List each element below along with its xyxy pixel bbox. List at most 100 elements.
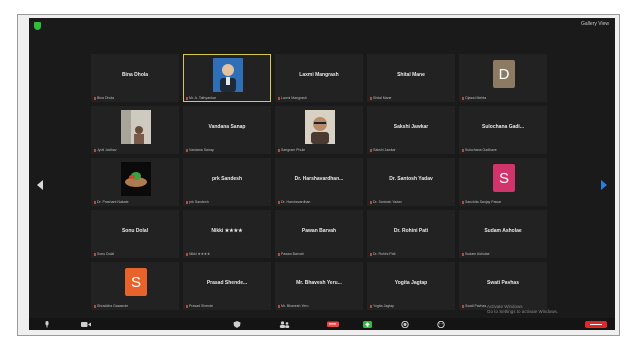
muted-microphone-icon bbox=[462, 200, 464, 204]
participant-tile[interactable]: Jyoti Jadhav bbox=[91, 106, 179, 154]
participant-tile[interactable]: Dr. Prashant Nakate bbox=[91, 158, 179, 206]
participant-display-name: Prasad Shende... bbox=[206, 280, 248, 286]
participant-tile[interactable]: prk Sandesh prk Sandesh bbox=[183, 158, 271, 206]
microphone-icon[interactable] bbox=[43, 321, 51, 328]
participant-footer-name: Dr. Santosh Yadav bbox=[373, 200, 402, 204]
shield-icon[interactable] bbox=[34, 22, 41, 30]
participant-name-label: Prasad Shende bbox=[186, 304, 213, 308]
participant-video-thumbnail bbox=[121, 110, 151, 144]
participant-video-thumbnail bbox=[121, 162, 151, 196]
participant-display-name: Sudam Asholae bbox=[484, 228, 522, 234]
participant-tile[interactable]: Sulochana Gadi... Sulochana Gadhave bbox=[459, 106, 547, 154]
participant-footer-name: Jyoti Jadhav bbox=[97, 148, 117, 152]
participant-footer-name: Dr. Rohini Pati bbox=[373, 252, 396, 256]
participant-tile[interactable]: Sakshi Jawkar Sakshi Jawkar bbox=[367, 106, 455, 154]
participant-name-label: Mr. Bhavesh Yeru bbox=[278, 304, 308, 308]
participant-tile[interactable]: Dr. Harshavardhan... Dr. Harshavardhan bbox=[275, 158, 363, 206]
participant-tile[interactable]: Sangram Phule bbox=[275, 106, 363, 154]
record-icon[interactable] bbox=[401, 321, 409, 328]
participant-footer-name: Pawan Barvah bbox=[281, 252, 304, 256]
participant-name-label: Sangram Phule bbox=[278, 148, 305, 152]
reactions-icon[interactable] bbox=[437, 321, 445, 328]
participant-name-label: Sakshi Jawkar bbox=[370, 148, 396, 152]
participant-tile[interactable]: Pawan Barvah Pawan Barvah bbox=[275, 210, 363, 258]
participant-footer-name: Sulochana Gadhave bbox=[465, 148, 497, 152]
muted-microphone-icon bbox=[370, 252, 372, 256]
muted-microphone-icon bbox=[94, 200, 96, 204]
muted-microphone-icon bbox=[462, 304, 464, 308]
participant-tile[interactable]: Dr. Santosh Yadav Dr. Santosh Yadav bbox=[367, 158, 455, 206]
participant-name-label: Ojaswi Mehta bbox=[462, 96, 486, 100]
participant-name-label: Dr. Prashant Nakate bbox=[94, 200, 129, 204]
participant-footer-name: Shraddha Gawande bbox=[97, 304, 129, 308]
participant-name-label: Shraddha Gawande bbox=[94, 304, 128, 308]
chat-icon[interactable] bbox=[327, 321, 340, 328]
participant-tile[interactable]: Mr. A. Tathyankar bbox=[183, 54, 271, 102]
participant-name-label: Mr. A. Tathyankar bbox=[186, 96, 216, 100]
participant-gallery-grid: Bina Dhola Bina Dhola Mr. A. Tathyankar Lax… bbox=[91, 54, 551, 316]
participant-footer-name: Vandana Sanap bbox=[189, 148, 214, 152]
muted-microphone-icon bbox=[278, 304, 280, 308]
participant-footer-name: Mr. A. Tathyankar bbox=[189, 96, 216, 100]
next-page-arrow-icon[interactable] bbox=[601, 180, 607, 190]
participant-footer-name: Shital Mane bbox=[373, 96, 392, 100]
participant-tile[interactable]: Vandana Sanap Vandana Sanap bbox=[183, 106, 271, 154]
muted-microphone-icon bbox=[462, 96, 464, 100]
participant-footer-name: Nikki ★★★★ bbox=[189, 252, 211, 256]
previous-page-arrow-icon[interactable] bbox=[37, 180, 43, 190]
participant-tile[interactable]: Prasad Shende... Prasad Shende bbox=[183, 262, 271, 310]
participant-tile[interactable]: S Shraddha Gawande bbox=[91, 262, 179, 310]
participant-tile[interactable]: Sonu Dolal Sonu Dolal bbox=[91, 210, 179, 258]
participant-video-thumbnail bbox=[213, 58, 243, 92]
participant-tile[interactable]: Shital Mane Shital Mane bbox=[367, 54, 455, 102]
participant-footer-name: Sangram Phule bbox=[281, 148, 306, 152]
participant-avatar: S bbox=[125, 268, 147, 296]
participant-footer-name: Sakshi Jawkar bbox=[373, 148, 396, 152]
end-meeting-button[interactable] bbox=[585, 321, 607, 328]
participant-avatar: D bbox=[493, 60, 515, 88]
participant-footer-name: Sanchita Sanjay Pawar bbox=[465, 200, 502, 204]
participant-tile[interactable]: Swati Pavhas Swati Pavhas bbox=[459, 262, 547, 310]
participant-tile[interactable]: Sudam Asholae Sudam Asholae bbox=[459, 210, 547, 258]
participant-video-thumbnail bbox=[305, 110, 335, 144]
muted-microphone-icon bbox=[370, 96, 372, 100]
participant-footer-name: Sudam Asholae bbox=[465, 252, 490, 256]
participant-footer-name: Yogita Jagtap bbox=[373, 304, 395, 308]
muted-microphone-icon bbox=[278, 96, 280, 100]
participant-tile[interactable]: Yogita Jagtap Yogita Jagtap bbox=[367, 262, 455, 310]
participant-display-name: Sakshi Jawkar bbox=[393, 124, 429, 130]
top-bar: Gallery View bbox=[29, 18, 615, 34]
participant-display-name: Laxmi Mangrash bbox=[299, 72, 339, 78]
meeting-toolbar bbox=[29, 318, 615, 330]
participants-icon[interactable] bbox=[279, 321, 290, 328]
muted-microphone-icon bbox=[186, 304, 188, 308]
participant-tile[interactable]: D Ojaswi Mehta bbox=[459, 54, 547, 102]
muted-microphone-icon bbox=[278, 148, 280, 152]
participant-name-label: Laxmi Mangrash bbox=[278, 96, 307, 100]
participant-avatar: S bbox=[493, 164, 515, 192]
participant-footer-name: Bina Dhola bbox=[97, 96, 115, 100]
muted-microphone-icon bbox=[94, 252, 96, 256]
muted-microphone-icon bbox=[186, 252, 188, 256]
participant-tile[interactable]: Laxmi Mangrash Laxmi Mangrash bbox=[275, 54, 363, 102]
participant-name-label: Bina Dhola bbox=[94, 96, 114, 100]
participant-footer-name: Swati Pavhas bbox=[465, 304, 487, 308]
participant-display-name: Bina Dhola bbox=[121, 72, 149, 78]
participant-display-name: Sonu Dolal bbox=[121, 228, 149, 234]
participant-tile[interactable]: Dr. Rohini Pati Dr. Rohini Pati bbox=[367, 210, 455, 258]
participant-name-label: Swati Pavhas bbox=[462, 304, 486, 308]
muted-microphone-icon bbox=[278, 252, 280, 256]
gallery-view-button[interactable]: Gallery View bbox=[581, 21, 609, 27]
participant-tile[interactable]: S Sanchita Sanjay Pawar bbox=[459, 158, 547, 206]
participant-footer-name: Dr. Prashant Nakate bbox=[97, 200, 129, 204]
participant-tile[interactable]: Bina Dhola Bina Dhola bbox=[91, 54, 179, 102]
participant-tile[interactable]: Mr. Bhavesh Yeru... Mr. Bhavesh Yeru bbox=[275, 262, 363, 310]
participant-display-name: Dr. Rohini Pati bbox=[393, 228, 429, 234]
muted-microphone-icon bbox=[186, 96, 188, 100]
participant-tile[interactable]: Nikki ★★★★ Nikki ★★★★ bbox=[183, 210, 271, 258]
video-camera-icon[interactable] bbox=[81, 321, 91, 328]
security-icon[interactable] bbox=[233, 321, 241, 328]
share-screen-icon[interactable] bbox=[363, 321, 372, 328]
participant-display-name: Vandana Sanap bbox=[208, 124, 246, 130]
muted-microphone-icon bbox=[278, 200, 280, 204]
